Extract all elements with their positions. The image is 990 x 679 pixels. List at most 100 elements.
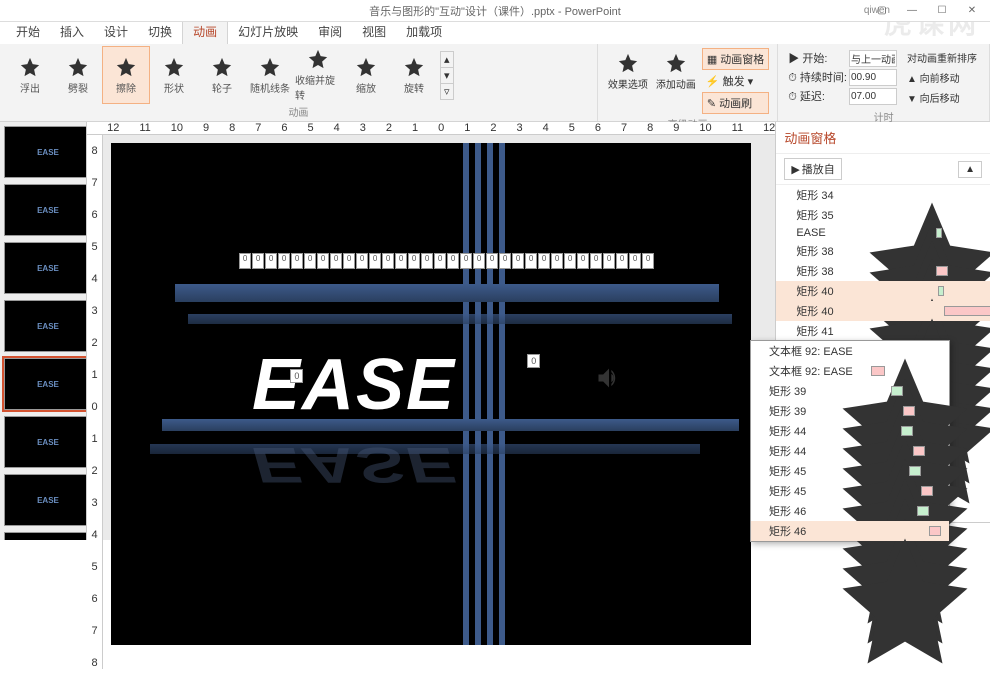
star-icon — [755, 506, 765, 516]
star-icon — [755, 486, 765, 496]
star-icon — [782, 266, 792, 276]
star-icon — [755, 526, 765, 536]
slide-thumbnail[interactable]: EASE — [4, 474, 87, 526]
reorder-label: 对动画重新排序 — [903, 48, 981, 67]
star-icon — [755, 426, 765, 436]
animation-popup-list[interactable]: 文本框 92: EASE文本框 92: EASE矩形 39矩形 39矩形 44矩… — [750, 340, 950, 542]
maximize-button[interactable]: ☐ — [928, 3, 956, 19]
slide-canvas[interactable]: 00000000000000000000000000000000 EASE EA… — [111, 143, 751, 645]
move-earlier-button[interactable]: ▲ 向前移动 — [903, 68, 981, 87]
animation-item[interactable]: 矩形 40 — [776, 301, 990, 321]
star-icon — [355, 56, 377, 78]
ease-reflection: EASE — [252, 436, 456, 493]
ease-text[interactable]: EASE — [252, 344, 456, 426]
star-icon — [782, 286, 792, 296]
star-icon — [782, 190, 792, 200]
ribbon-tab[interactable]: 切换 — [138, 19, 182, 44]
window-title: 音乐与图形的"互动"设计（课件）.pptx - PowerPoint — [369, 3, 621, 19]
animation-effect[interactable]: 擦除 — [102, 46, 150, 104]
animation-item[interactable]: 矩形 40 — [776, 281, 990, 301]
gallery-up-icon[interactable]: ▴ — [441, 52, 453, 68]
slide-thumbnail[interactable]: EASE — [4, 358, 87, 410]
animation-item[interactable]: EASE — [776, 225, 990, 241]
anim-tag[interactable]: 0 — [527, 354, 540, 368]
slide-thumbnail[interactable]: EASE — [4, 416, 87, 468]
audio-icon[interactable] — [595, 364, 623, 392]
ribbon-tabs: 开始插入设计切换动画幻灯片放映审阅视图加载项 — [0, 22, 990, 44]
add-animation-icon — [665, 52, 687, 74]
effect-options-button[interactable]: 效果选项 — [604, 46, 652, 116]
group-label-anim: 动画 — [6, 104, 591, 121]
delay-label: ⏱ 延迟: — [788, 88, 847, 105]
ribbon-tab[interactable]: 开始 — [6, 19, 50, 44]
ribbon-tab[interactable]: 设计 — [94, 19, 138, 44]
star-icon — [755, 446, 765, 456]
star-icon — [755, 406, 765, 416]
animation-pane-button[interactable]: ▦动画窗格 — [702, 48, 769, 70]
animation-item[interactable]: 矩形 44 — [751, 441, 949, 461]
slide-thumbnail[interactable]: EASE — [4, 126, 87, 178]
add-animation-button[interactable]: 添加动画 — [652, 46, 700, 116]
star-icon — [782, 228, 792, 238]
close-button[interactable]: ✕ — [958, 3, 986, 19]
animation-effect[interactable]: 随机线条 — [246, 46, 294, 104]
duration-label: ⏱ 持续时间: — [788, 69, 847, 86]
animation-item[interactable]: 矩形 44 — [751, 421, 949, 441]
animation-painter-button[interactable]: ✎动画刷 — [702, 92, 769, 114]
ribbon-options-icon[interactable]: ▢ — [868, 3, 896, 19]
gallery-down-icon[interactable]: ▾ — [441, 68, 453, 84]
animation-item[interactable]: 文本框 92: EASE — [751, 341, 949, 361]
animation-item[interactable]: 矩形 45 — [751, 461, 949, 481]
slide-thumbnail[interactable]: EASE — [4, 184, 87, 236]
animation-effect[interactable]: 浮出 — [6, 46, 54, 104]
star-icon — [19, 56, 41, 78]
animation-item[interactable]: 矩形 46 — [751, 521, 949, 541]
animation-effect[interactable]: 轮子 — [198, 46, 246, 104]
delay-input[interactable] — [849, 88, 897, 105]
star-icon — [782, 210, 792, 220]
animation-item[interactable]: 矩形 35 — [776, 205, 990, 225]
animation-item[interactable]: 矩形 38 — [776, 261, 990, 281]
animation-effect[interactable]: 缩放 — [342, 46, 390, 104]
animation-effect[interactable]: 收缩并旋转 — [294, 46, 342, 104]
ribbon-tab[interactable]: 插入 — [50, 19, 94, 44]
star-icon — [755, 346, 765, 356]
slide-thumbnails[interactable]: EASE EASE EASE EASE EASE EASE EASE EASE — [0, 122, 87, 540]
animation-effect[interactable]: 形状 — [150, 46, 198, 104]
animation-item[interactable]: 矩形 41 — [776, 321, 990, 341]
ribbon: 浮出劈裂擦除形状轮子随机线条收缩并旋转缩放旋转 ▴ ▾ ▿ 动画 效果选项 添加… — [0, 44, 990, 122]
ribbon-tab[interactable]: 视图 — [352, 19, 396, 44]
move-up-button[interactable]: ▲ — [958, 161, 982, 178]
slide-thumbnail[interactable]: EASE — [4, 532, 87, 540]
animation-gallery[interactable]: 浮出劈裂擦除形状轮子随机线条收缩并旋转缩放旋转 — [6, 46, 438, 104]
animation-item[interactable]: 矩形 45 — [751, 481, 949, 501]
animation-item[interactable]: 矩形 38 — [776, 241, 990, 261]
star-icon — [307, 48, 329, 70]
effect-options-icon — [617, 52, 639, 74]
animation-item[interactable]: 矩形 39 — [751, 401, 949, 421]
anim-tag[interactable]: 0 — [290, 369, 303, 383]
ribbon-tab[interactable]: 加载项 — [396, 19, 452, 44]
duration-input[interactable] — [849, 69, 897, 86]
ribbon-tab[interactable]: 幻灯片放映 — [228, 19, 308, 44]
play-from-button[interactable]: ▶播放自 — [784, 158, 841, 180]
slide-thumbnail[interactable]: EASE — [4, 300, 87, 352]
gallery-more-icon[interactable]: ▿ — [441, 84, 453, 99]
minimize-button[interactable]: — — [898, 3, 926, 19]
star-icon — [755, 466, 765, 476]
star-icon — [782, 246, 792, 256]
ribbon-tab[interactable]: 审阅 — [308, 19, 352, 44]
animation-item[interactable]: 矩形 39 — [751, 381, 949, 401]
slide-thumbnail[interactable]: EASE — [4, 242, 87, 294]
animation-item[interactable]: 矩形 34 — [776, 185, 990, 205]
star-icon — [782, 306, 792, 316]
animation-item[interactable]: 矩形 46 — [751, 501, 949, 521]
move-later-button[interactable]: ▼ 向后移动 — [903, 88, 981, 107]
trigger-button[interactable]: ⚡触发 ▾ — [702, 71, 769, 91]
star-icon — [163, 56, 185, 78]
animation-effect[interactable]: 旋转 — [390, 46, 438, 104]
star-icon — [782, 326, 792, 336]
start-select[interactable] — [849, 50, 897, 67]
animation-item[interactable]: 文本框 92: EASE — [751, 361, 949, 381]
animation-effect[interactable]: 劈裂 — [54, 46, 102, 104]
